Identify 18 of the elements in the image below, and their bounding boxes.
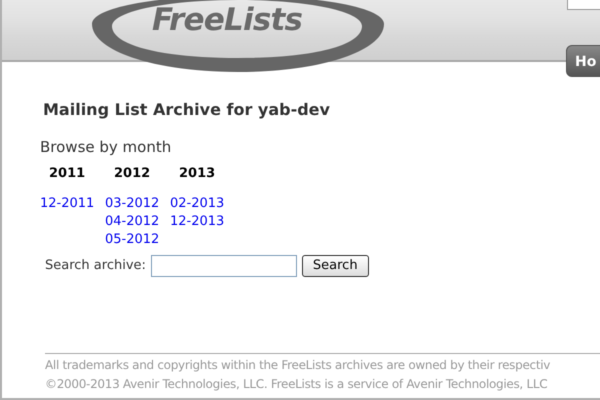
month-link[interactable]: 04-2012 [105,213,160,231]
search-button[interactable]: Search [302,255,369,277]
page-title: Mailing List Archive for yab-dev [43,100,330,120]
footer-text: ©2000-2013 Avenir Technologies, LLC. FreeLists is a service of Avenir Technologies, LLC [45,376,548,393]
footer-text: All trademarks and copyrights within the FreeLists archives are owned by their respectiv [45,357,550,374]
month-link[interactable]: 03-2012 [105,195,160,213]
year-heading: 2012 [114,166,150,182]
month-link[interactable]: 05-2012 [105,231,160,249]
month-link[interactable]: 12-2013 [170,213,224,231]
year-heading: 2011 [49,166,86,182]
home-tab[interactable]: Ho [566,45,600,77]
search-label: Search archive: [45,257,146,276]
month-link[interactable]: 12-2011 [40,195,94,213]
month-link[interactable]: 02-2013 [170,195,224,213]
year-heading: 2013 [179,166,216,182]
search-input[interactable] [150,255,297,277]
logo[interactable]: FreeLists [152,5,302,36]
section-heading: Browse by month [40,138,172,156]
